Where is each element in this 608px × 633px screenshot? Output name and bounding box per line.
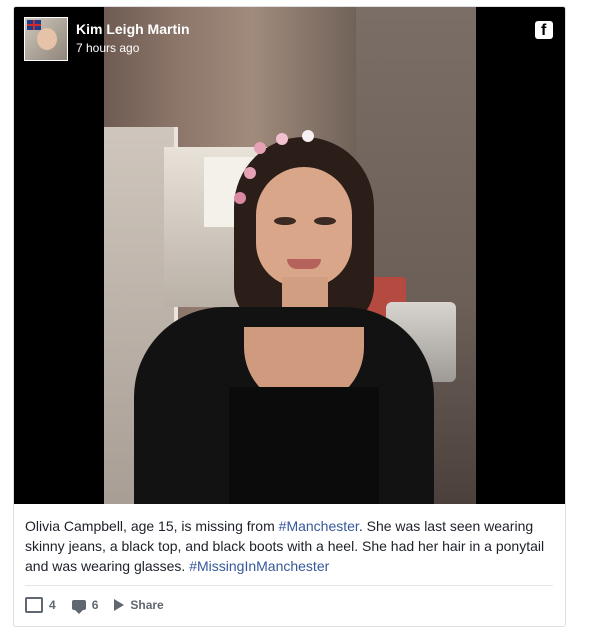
- hair-flower: [254, 142, 266, 154]
- facebook-letter-icon: f: [541, 22, 547, 39]
- subject-mouth: [287, 259, 321, 269]
- hair-flower: [302, 130, 314, 142]
- comment-icon: [71, 600, 86, 614]
- share-button[interactable]: Share: [114, 598, 164, 612]
- caption-text: Olivia Campbell, age 15, is missing from: [25, 518, 279, 534]
- photo-image: [104, 7, 476, 504]
- hair-flower: [234, 192, 246, 204]
- post-header: Kim Leigh Martin 7 hours ago f: [24, 17, 555, 61]
- subject-top: [229, 387, 379, 504]
- avatar-face: [37, 28, 57, 50]
- post-caption: Olivia Campbell, age 15, is missing from…: [25, 516, 555, 576]
- facebook-icon[interactable]: f: [535, 21, 553, 39]
- post-timestamp[interactable]: 7 hours ago: [76, 41, 139, 55]
- uk-flag-icon: [27, 20, 41, 30]
- post-actions: 4 6 Share: [25, 597, 164, 614]
- like-count-button[interactable]: 4: [25, 597, 56, 613]
- subject-eye-left: [274, 217, 296, 225]
- hair-flower: [276, 133, 288, 145]
- share-arrow-icon: [114, 599, 125, 611]
- divider: [25, 585, 553, 586]
- thumbs-up-icon: [25, 597, 43, 613]
- avatar[interactable]: [24, 17, 68, 61]
- author-name[interactable]: Kim Leigh Martin: [76, 21, 190, 37]
- embedded-post: Kim Leigh Martin 7 hours ago f Olivia Ca…: [13, 6, 566, 627]
- hair-flower: [244, 167, 256, 179]
- share-label: Share: [130, 598, 164, 612]
- like-count: 4: [49, 598, 56, 612]
- comment-count-button[interactable]: 6: [71, 598, 99, 614]
- hashtag-manchester[interactable]: #Manchester: [279, 518, 359, 534]
- comment-count: 6: [91, 598, 99, 612]
- subject-face: [256, 167, 352, 287]
- hashtag-missing-in-manchester[interactable]: #MissingInManchester: [189, 558, 329, 574]
- subject-eye-right: [314, 217, 336, 225]
- post-photo[interactable]: Kim Leigh Martin 7 hours ago f: [14, 7, 565, 504]
